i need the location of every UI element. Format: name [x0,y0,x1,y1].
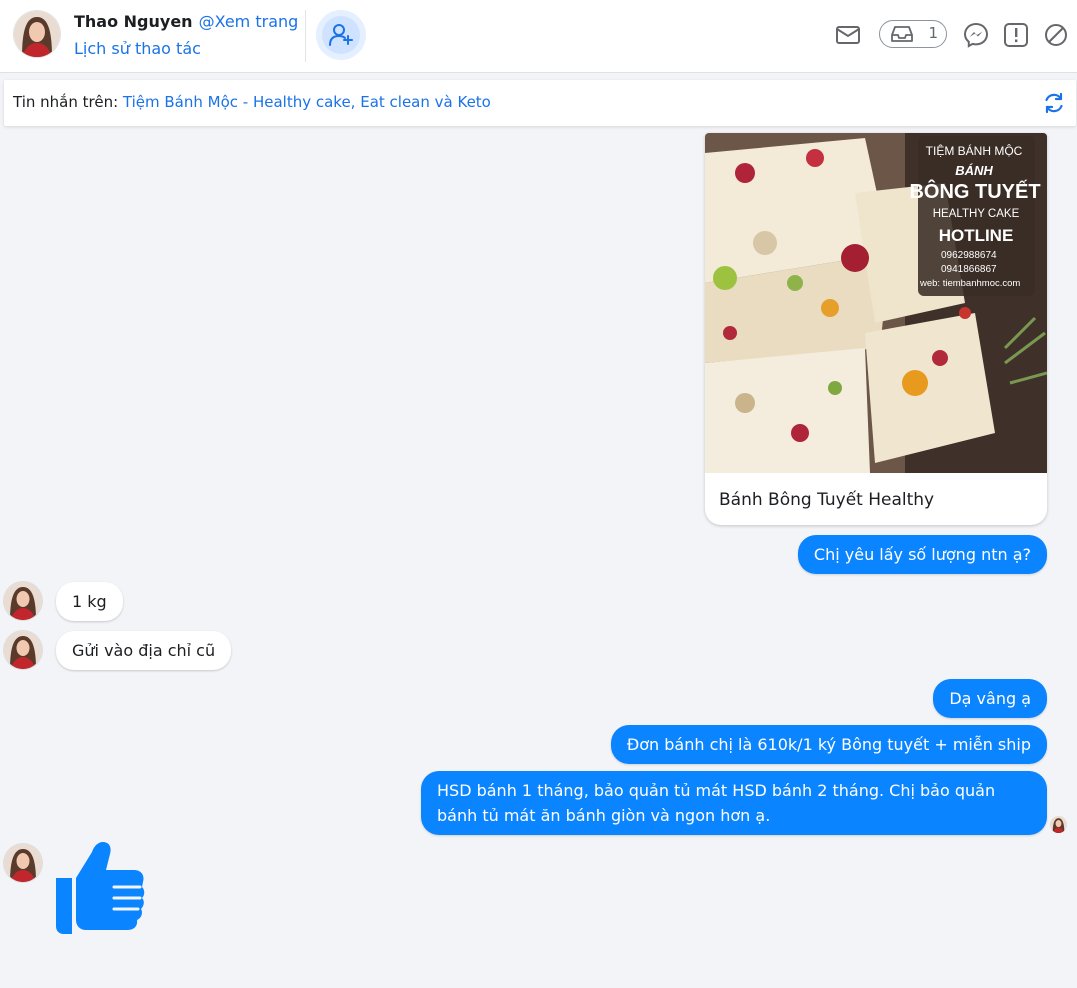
add-contact-inner [322,16,360,54]
overlay-phone1: 0962988674 [941,250,997,261]
product-image[interactable]: TIỆM BÁNH MỘC BÁNH BÔNG TUYẾT HEALTHY CA… [705,133,1047,473]
message-outgoing[interactable]: Chị yêu lấy số lượng ntn ạ? [797,535,1047,574]
message-source-bar: Tin nhắn trên: Tiệm Bánh Mộc - Healthy c… [4,80,1076,126]
view-page-link[interactable]: @Xem trang [199,12,299,31]
overlay-phone2: 0941866867 [941,264,997,275]
conversation-panel: Thao Nguyen @Xem trang Lịch sử thao tác [0,0,1077,988]
message-outgoing[interactable]: Đơn bánh chị là 610k/1 ký Bông tuyết + m… [610,725,1047,764]
inbox-count-button[interactable]: 1 [879,20,947,48]
product-card[interactable]: TIỆM BÁNH MỘC BÁNH BÔNG TUYẾT HEALTHY CA… [705,133,1047,525]
add-user-icon [329,24,353,46]
inbox-count: 1 [928,24,938,42]
overlay-web: web: tiembanhmoc.com [919,278,1020,289]
block-icon[interactable] [1043,22,1069,48]
overlay-line1: BÁNH [955,163,993,178]
add-contact-button[interactable] [316,10,366,60]
user-name-row: Thao Nguyen @Xem trang [74,12,298,31]
customer-avatar-small [4,844,42,882]
source-page-link[interactable]: Tiệm Bánh Mộc - Healthy cake, Eat clean … [123,93,491,111]
inbox-icon [891,26,913,42]
message-incoming[interactable]: Gửi vào địa chỉ cũ [56,631,232,670]
refresh-icon[interactable] [1042,91,1066,115]
message-incoming[interactable]: 1 kg [56,582,123,621]
seen-indicator-avatar [1050,816,1067,833]
message-outgoing[interactable]: HSD bánh 1 tháng, bảo quản tủ mát HSD bá… [421,771,1047,835]
thumbs-up-icon[interactable] [54,840,146,936]
messenger-icon[interactable] [963,22,989,48]
customer-avatar-small [4,582,42,620]
product-title: Bánh Bông Tuyết Healthy [719,490,935,510]
overlay-line4: HOTLINE [939,226,1014,245]
customer-avatar[interactable] [14,11,60,57]
customer-avatar-small [4,631,42,669]
overlay-line2: BÔNG TUYẾT [909,179,1040,203]
header-divider [305,10,306,62]
mail-icon[interactable] [835,22,861,48]
report-icon[interactable] [1003,22,1029,48]
overlay-line3: HEALTHY CAKE [933,208,1020,220]
source-label: Tin nhắn trên: [13,93,123,111]
message-outgoing[interactable]: Dạ vâng ạ [933,679,1047,718]
customer-name: Thao Nguyen [74,12,193,31]
overlay-shop: TIỆM BÁNH MỘC [926,143,1023,158]
conversation-header: Thao Nguyen @Xem trang Lịch sử thao tác [0,0,1077,73]
message-source-text: Tin nhắn trên: Tiệm Bánh Mộc - Healthy c… [13,93,491,111]
action-history-link[interactable]: Lịch sử thao tác [74,39,201,58]
